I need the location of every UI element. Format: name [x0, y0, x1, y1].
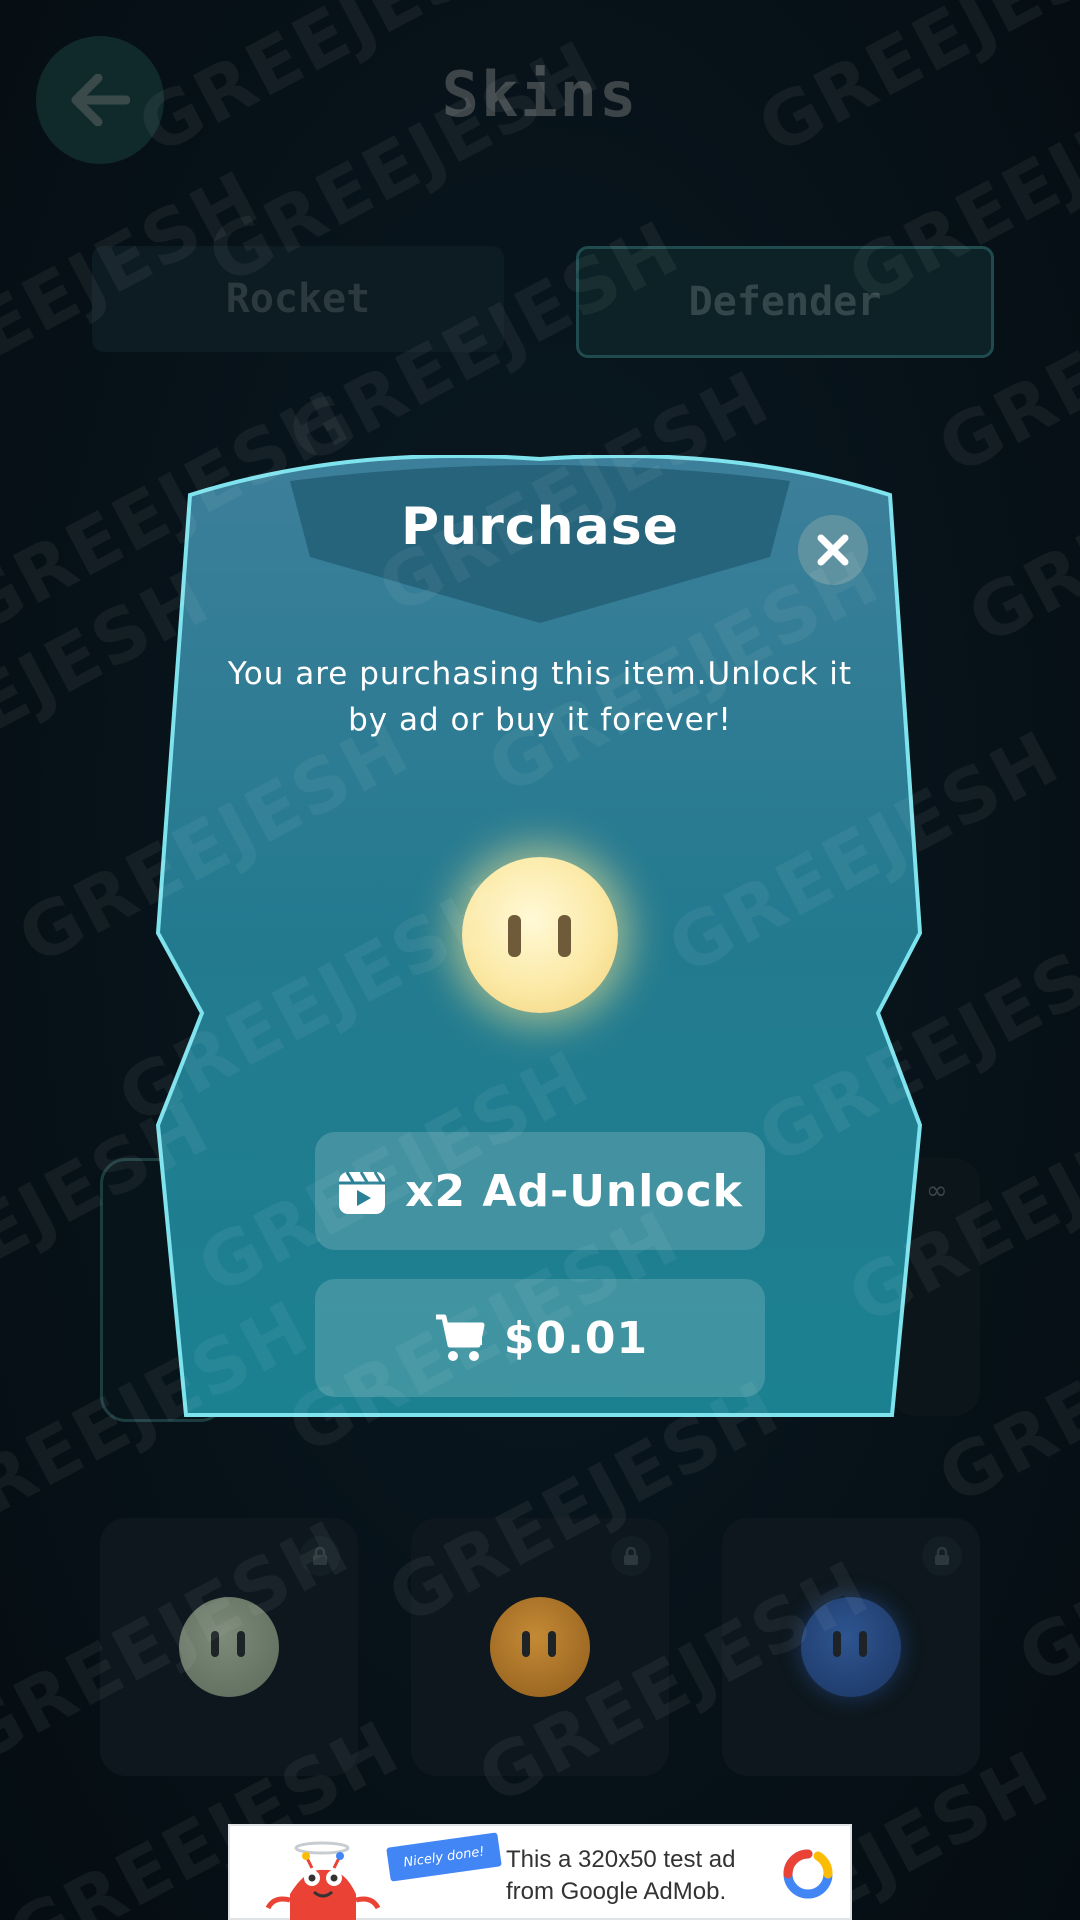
skin-card[interactable] — [100, 1518, 358, 1776]
skin-face — [801, 1597, 901, 1697]
page-title: Skins — [441, 58, 639, 131]
skin-card[interactable] — [722, 1518, 980, 1776]
tab-defender[interactable]: Defender — [576, 246, 994, 358]
buy-label: $0.01 — [503, 1312, 649, 1364]
ad-text: This a 320x50 test ad from Google AdMob. — [506, 1846, 736, 1905]
purchase-dialog: Purchase You are purchasing this item.Un… — [150, 455, 930, 1435]
close-button[interactable] — [798, 515, 868, 585]
skin-card[interactable] — [411, 1518, 669, 1776]
lock-icon — [611, 1536, 651, 1576]
admob-mascot-icon — [265, 1841, 381, 1920]
skin-face — [179, 1597, 279, 1697]
ad-unlock-button[interactable]: x2 Ad-Unlock — [315, 1132, 765, 1250]
dialog-message: You are purchasing this item.Unlock it b… — [227, 656, 853, 738]
video-ad-icon — [339, 1171, 386, 1214]
skin-face — [490, 1597, 590, 1697]
lock-icon — [922, 1536, 962, 1576]
lock-icon — [300, 1536, 340, 1576]
buy-button[interactable]: $0.01 — [315, 1279, 765, 1397]
skin-preview — [462, 857, 618, 1013]
ad-banner[interactable]: Nicely done! This a 320x50 test ad from … — [228, 1824, 852, 1920]
ad-unlock-label: x2 Ad-Unlock — [405, 1165, 743, 1217]
close-icon — [817, 534, 849, 566]
admob-logo-icon — [783, 1849, 833, 1899]
ad-flag: Nicely done! — [386, 1832, 502, 1882]
tab-rocket[interactable]: Rocket — [92, 246, 504, 352]
cart-icon — [435, 1314, 485, 1361]
